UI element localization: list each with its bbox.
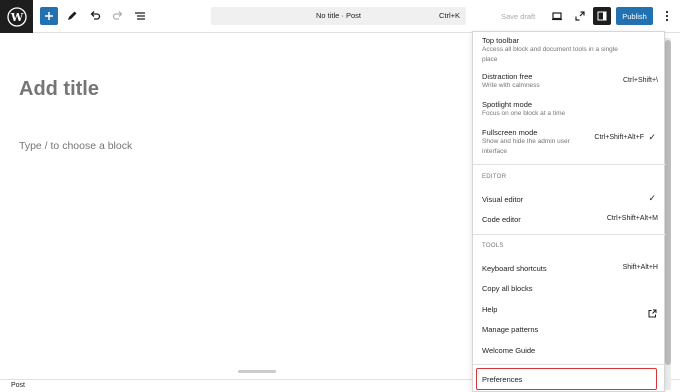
menu-item-description: Show and hide the admin user interface [482,138,570,155]
command-shortcut: Ctrl+K [438,11,460,20]
menu-item-preferences[interactable]: Preferences [473,371,666,387]
resize-handle[interactable] [238,370,276,373]
menu-item-label: Distraction free [482,72,533,81]
menu-item-label: Visual editor [482,195,524,204]
menu-divider [473,164,666,165]
menu-item-manage-patterns[interactable]: Manage patterns [473,322,666,338]
breadcrumb[interactable]: Post [11,382,25,389]
undo-icon[interactable] [85,6,105,26]
menu-item-label: Preferences [482,375,523,384]
external-link-icon [648,305,657,318]
menu-item-distraction-free[interactable]: Distraction free Write with calmness Ctr… [473,70,666,94]
menu-item-shortcut: Ctrl+Shift+Alt+F [594,134,644,141]
options-menu: Top toolbar Access all block and documen… [472,31,666,392]
pencil-icon[interactable] [62,6,82,26]
menu-item-code-editor[interactable]: Code editor Ctrl+Shift+Alt+M [473,212,666,228]
menu-item-visual-editor[interactable]: Visual editor ✓ [473,192,666,208]
more-options-icon[interactable] [657,6,677,26]
document-title: No title · Post [315,11,361,20]
add-block-button[interactable] [40,7,58,25]
menu-item-shortcut: Shift+Alt+H [622,264,658,271]
top-toolbar: W No title · Post Ctrl+K Save draft Publ… [0,0,680,33]
menu-item-label: Fullscreen mode [482,128,538,137]
menu-item-welcome-guide[interactable]: Welcome Guide [473,343,666,359]
desktop-preview-icon[interactable] [547,6,567,26]
menu-item-fullscreen-mode[interactable]: Fullscreen mode Show and hide the admin … [473,126,666,160]
save-draft-button[interactable]: Save draft [501,12,535,21]
command-palette-bar[interactable]: No title · Post Ctrl+K [211,7,466,25]
menu-divider [473,364,666,365]
menu-item-label: Welcome Guide [482,346,536,355]
block-appender[interactable]: Type / to choose a block [19,140,132,152]
menu-item-description: Focus on one block at a time [482,110,566,117]
menu-item-shortcut: Ctrl+Shift+Alt+M [606,215,658,222]
menu-item-description: Write with calmness [482,82,540,89]
menu-item-description: Access all block and document tools in a… [482,46,618,63]
menu-item-help[interactable]: Help [473,302,666,318]
publish-button[interactable]: Publish [616,7,653,25]
menu-item-label: Spotlight mode [482,100,533,109]
menu-item-label: Keyboard shortcuts [482,264,547,273]
editor-app: W No title · Post Ctrl+K Save draft Publ… [0,0,680,392]
menu-item-shortcut: Ctrl+Shift+\ [622,77,658,84]
menu-item-label: Manage patterns [482,325,539,334]
menu-item-spotlight-mode[interactable]: Spotlight mode Focus on one block at a t… [473,98,666,122]
list-view-icon[interactable] [130,6,150,26]
svg-text:W: W [9,11,23,24]
menu-divider [473,234,666,235]
menu-item-label: Top toolbar [482,36,520,45]
redo-icon[interactable] [108,6,128,26]
post-title-input[interactable]: Add title [19,78,99,101]
menu-item-top-toolbar[interactable]: Top toolbar Access all block and documen… [473,32,666,66]
menu-item-keyboard-shortcuts[interactable]: Keyboard shortcuts Shift+Alt+H [473,261,666,277]
check-icon: ✓ [648,193,656,203]
section-label-editor: EDITOR [482,174,507,180]
check-icon: ✓ [648,132,656,142]
menu-item-label: Copy all blocks [482,284,533,293]
menu-item-label: Help [482,305,498,314]
wordpress-logo-icon[interactable]: W [0,0,33,33]
external-preview-icon[interactable] [570,6,590,26]
menu-item-copy-all-blocks[interactable]: Copy all blocks [473,281,666,297]
settings-sidebar-button[interactable] [593,7,611,25]
menu-item-label: Code editor [482,215,521,224]
section-label-tools: TOOLS [482,243,504,249]
